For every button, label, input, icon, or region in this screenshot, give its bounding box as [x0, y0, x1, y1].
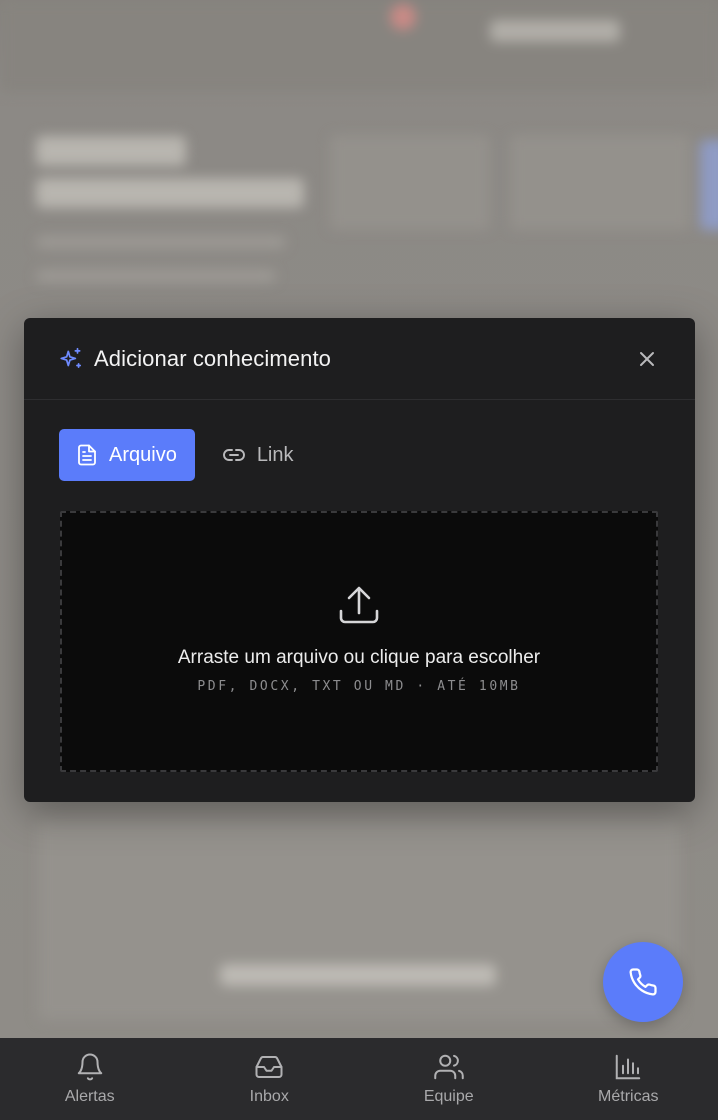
- file-dropzone[interactable]: Arraste um arquivo ou clique para escolh…: [60, 511, 658, 772]
- users-icon: [434, 1052, 464, 1082]
- close-icon: [640, 351, 654, 366]
- bar-chart-icon: [613, 1052, 643, 1082]
- tab-link-label: Link: [256, 443, 294, 466]
- upload-icon: [337, 583, 381, 627]
- add-knowledge-modal: Adicionar conhecimento Arquivo Link Arra…: [24, 318, 695, 802]
- tab-arquivo[interactable]: Arquivo: [59, 429, 195, 481]
- bottom-nav: Alertas Inbox Equipe Métricas: [0, 1038, 718, 1120]
- nav-label-metricas: Métricas: [598, 1088, 659, 1105]
- bell-icon: [75, 1052, 105, 1082]
- dropzone-hint: PDF, DOCX, TXT OU MD · ATÉ 10MB: [197, 679, 521, 694]
- tab-arquivo-label: Arquivo: [109, 443, 177, 466]
- nav-label-inbox: Inbox: [249, 1088, 289, 1105]
- link-icon: [222, 448, 245, 462]
- inbox-icon: [254, 1052, 284, 1082]
- nav-item-metricas[interactable]: Métricas: [539, 1038, 718, 1120]
- nav-label-alertas: Alertas: [64, 1088, 115, 1105]
- dropzone-title: Arraste um arquivo ou clique para escolh…: [177, 647, 541, 668]
- modal-title: Adicionar conhecimento: [94, 345, 332, 371]
- close-button[interactable]: [633, 345, 661, 373]
- file-text-icon: [77, 444, 97, 466]
- nav-item-alertas[interactable]: Alertas: [0, 1038, 180, 1120]
- modal-header: Adicionar conhecimento: [24, 318, 695, 400]
- nav-item-equipe[interactable]: Equipe: [359, 1038, 539, 1120]
- sparkle-icon: [58, 346, 84, 372]
- nav-label-equipe: Equipe: [423, 1088, 474, 1105]
- call-button[interactable]: [603, 942, 683, 1022]
- phone-icon: [629, 968, 657, 996]
- source-tabs: Arquivo Link: [24, 400, 695, 481]
- tab-link[interactable]: Link: [207, 429, 312, 481]
- nav-item-inbox[interactable]: Inbox: [180, 1038, 360, 1120]
